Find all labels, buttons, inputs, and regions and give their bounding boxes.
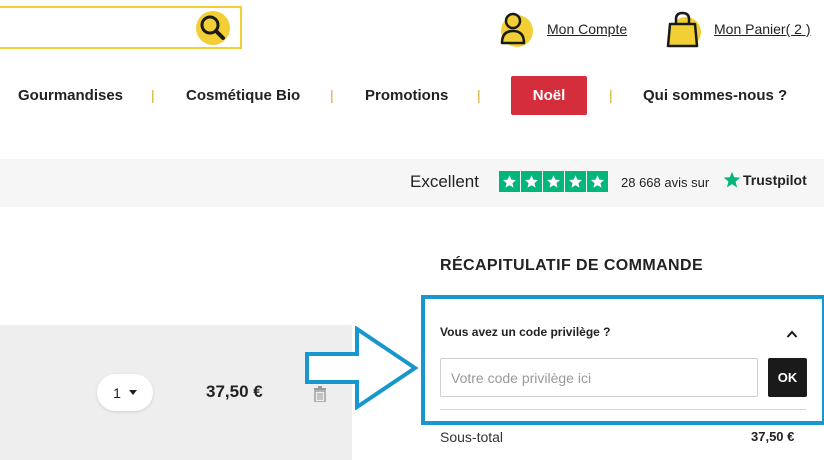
- annotation-arrow: [305, 326, 419, 410]
- nav-separator: |: [477, 87, 481, 103]
- nav-separator: |: [609, 87, 613, 103]
- account-link[interactable]: Mon Compte: [498, 10, 627, 48]
- chevron-down-icon: [128, 390, 137, 395]
- trustpilot-link[interactable]: Trustpilot: [723, 171, 807, 189]
- search-icon: [196, 11, 230, 45]
- nav-item-promotions[interactable]: Promotions: [365, 87, 448, 104]
- promo-toggle[interactable]: [786, 326, 798, 344]
- main-nav: Gourmandises | Cosmétique Bio | Promotio…: [0, 76, 824, 116]
- item-price: 37,50 €: [206, 382, 263, 401]
- trustpilot-banner: Excellent 28 668 avis sur Trustpilot: [0, 159, 824, 207]
- star-icon: [543, 171, 564, 192]
- trustpilot-review-count: 28 668 avis sur: [621, 175, 710, 190]
- nav-item-gourmandises[interactable]: Gourmandises: [18, 87, 123, 104]
- user-icon: [500, 12, 533, 47]
- promo-ok-button[interactable]: OK: [768, 358, 807, 397]
- star-icon: [499, 171, 520, 192]
- search-button[interactable]: [193, 10, 231, 46]
- trustpilot-rating-text: Excellent: [410, 172, 479, 191]
- cart-label: Mon Panier( 2 ): [714, 21, 811, 37]
- star-icon: [565, 171, 586, 192]
- promo-code-input[interactable]: [440, 358, 758, 397]
- subtotal-label: Sous-total: [440, 429, 504, 445]
- quantity-value: 1: [113, 384, 121, 401]
- star-icon: [587, 171, 608, 192]
- cart-count: ( 2 ): [785, 21, 811, 37]
- trustpilot-brand: Trustpilot: [743, 172, 807, 188]
- nav-item-cosmetique-bio[interactable]: Cosmétique Bio: [186, 87, 300, 104]
- cart-item-row: [0, 325, 352, 460]
- account-label: Mon Compte: [547, 21, 628, 37]
- trustpilot-star-icon: [723, 171, 741, 188]
- nav-separator: |: [330, 87, 334, 103]
- quantity-select[interactable]: 1: [97, 374, 153, 411]
- order-summary-title: RÉCAPITULATIF DE COMMANDE: [440, 257, 704, 274]
- nav-item-qui-sommes-nous[interactable]: Qui sommes-nous ?: [643, 87, 787, 104]
- chevron-up-icon: [786, 330, 798, 338]
- promo-code-question: Vous avez un code privilège ?: [440, 325, 611, 339]
- cart-link[interactable]: Mon Panier( 2 ): [665, 10, 810, 48]
- nav-item-noel[interactable]: Noël: [511, 76, 587, 115]
- divider: [440, 409, 806, 410]
- trustpilot-stars: [499, 171, 609, 192]
- shopping-bag-icon: [666, 11, 701, 48]
- star-icon: [521, 171, 542, 192]
- subtotal-value: 37,50 €: [751, 429, 795, 444]
- nav-separator: |: [151, 87, 155, 103]
